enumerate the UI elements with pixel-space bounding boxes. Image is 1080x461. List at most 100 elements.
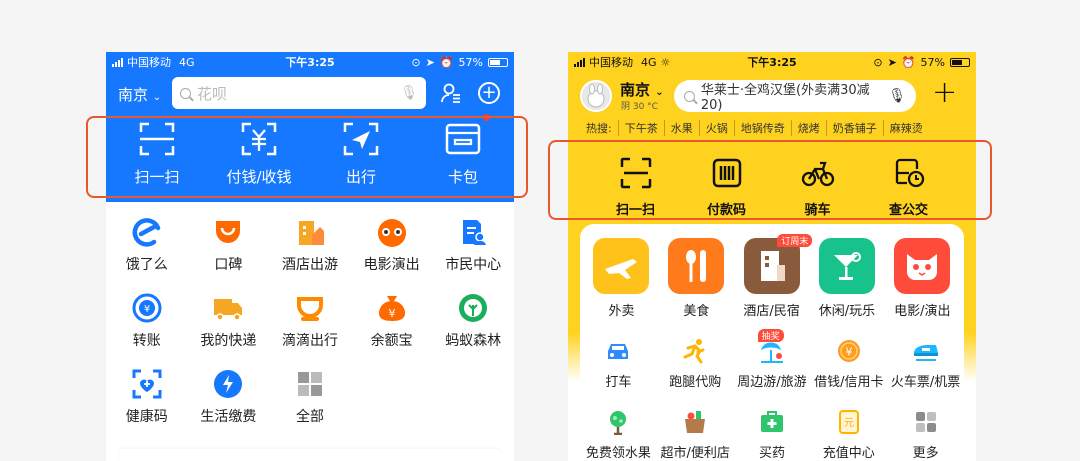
service-more[interactable]: 更多 xyxy=(887,408,964,461)
city-selector[interactable]: 南京 ⌄ xyxy=(118,84,161,105)
service-label: 周边游/旅游 xyxy=(737,375,807,390)
signal-icon xyxy=(574,57,585,67)
contacts-icon[interactable] xyxy=(440,82,462,104)
service-label: 外卖 xyxy=(608,304,635,319)
search-input[interactable]: 华莱士·全鸡汉堡(外卖满30减20) 🎙 xyxy=(674,80,916,113)
svg-text:¥: ¥ xyxy=(845,346,852,359)
search-input[interactable]: 花呗 🎙 xyxy=(172,77,426,109)
network: 4G xyxy=(179,55,195,69)
carrier: 中国移动 xyxy=(127,56,171,69)
food-icon xyxy=(686,250,707,282)
service-utility-bill[interactable]: 生活缴费 xyxy=(188,368,270,426)
add-button[interactable]: + xyxy=(478,82,500,104)
service-errand[interactable]: 跑腿代购 xyxy=(657,337,734,390)
transfer-icon: ¥ xyxy=(132,293,162,323)
eleme-icon xyxy=(132,218,161,247)
service-didi[interactable]: 滴滴出行 xyxy=(269,292,351,350)
battery-icon xyxy=(950,57,970,67)
battery-percent: 57% xyxy=(458,55,483,69)
hot-search-item[interactable]: 水果 xyxy=(663,120,699,136)
service-label: 余额宝 xyxy=(370,333,413,349)
signal-icon xyxy=(112,57,123,67)
express-icon xyxy=(214,299,243,321)
hot-search-item[interactable]: 烧烤 xyxy=(790,120,826,136)
carrier: 中国移动 xyxy=(589,56,633,69)
service-yuebao[interactable]: ¥ 余额宝 xyxy=(351,292,433,350)
service-label: 买药 xyxy=(758,446,785,461)
highlight-box-right xyxy=(548,140,992,220)
service-label: 我的快递 xyxy=(200,333,257,349)
service-label: 酒店出游 xyxy=(281,257,338,273)
service-health-code[interactable]: 健康码 xyxy=(106,368,188,426)
movie-icon xyxy=(377,219,406,247)
secondary-services: 打车 跑腿代购 抽奖 周边游/旅游 ¥ 借钱/信用卡 火车票/机票 免费领水果 … xyxy=(580,319,964,461)
service-label: 饿了么 xyxy=(125,257,168,273)
location-icon: ➤ xyxy=(425,55,435,69)
city-name: 南京 xyxy=(118,86,149,104)
network: 4G xyxy=(641,55,657,69)
avatar[interactable] xyxy=(580,80,612,112)
koubei-icon xyxy=(216,221,241,243)
add-button[interactable]: + xyxy=(932,78,957,108)
citizen-center-icon xyxy=(463,220,487,245)
fruit-icon xyxy=(610,411,627,435)
microphone-icon[interactable]: 🎙 xyxy=(888,88,906,104)
promo-tag: 抽奖 xyxy=(757,329,784,342)
service-label: 美食 xyxy=(683,304,710,319)
city-selector[interactable]: 南京 ⌄ xyxy=(620,79,664,100)
alipay-screen: 中国移动 4G 下午3:25 ⊙ ➤ ⏰ 57% 南京 ⌄ 花呗 🎙 + 扫一扫… xyxy=(106,52,514,461)
service-supermarket[interactable]: 超市/便利店 xyxy=(657,408,734,461)
service-food[interactable]: 美食 xyxy=(668,238,725,319)
search-suggestion: 华莱士·全鸡汉堡(外卖满30减20) xyxy=(700,83,870,113)
service-express[interactable]: 我的快递 xyxy=(188,292,270,350)
service-label: 生活缴费 xyxy=(200,409,257,425)
service-eleme[interactable]: 饿了么 xyxy=(106,216,188,274)
next-card xyxy=(120,449,500,461)
hotel-icon xyxy=(760,251,785,281)
service-ant-forest[interactable]: 蚂蚁森林 xyxy=(432,292,514,350)
hot-search-item[interactable]: 奶香铺子 xyxy=(825,120,883,136)
service-train[interactable]: 火车票/机票 xyxy=(887,337,964,390)
service-label: 蚂蚁森林 xyxy=(445,333,502,349)
service-movie[interactable]: 电影/演出 xyxy=(894,238,950,319)
hotel-travel-icon xyxy=(298,221,324,245)
meituan-screen: 中国移动 4G ☼ 下午3:25 ⊙ ➤ ⏰ 57% 南京 ⌄ 阴 30 °C … xyxy=(568,52,976,461)
leisure-icon xyxy=(833,252,861,280)
more-icon xyxy=(915,412,936,432)
svg-text:¥: ¥ xyxy=(388,307,395,320)
service-all[interactable]: 全部 xyxy=(269,368,351,426)
yuebao-icon: ¥ xyxy=(378,296,405,321)
activity-icon: ☼ xyxy=(660,55,671,69)
status-bar: 中国移动 4G 下午3:25 ⊙ ➤ ⏰ 57% xyxy=(106,52,514,72)
takeout-icon xyxy=(605,259,638,279)
service-nearby-travel[interactable]: 抽奖 周边游/旅游 xyxy=(734,329,811,390)
service-hotel-travel[interactable]: 酒店出游 xyxy=(269,216,351,274)
service-taxi[interactable]: 打车 xyxy=(580,337,657,390)
microphone-icon[interactable]: 🎙 xyxy=(400,85,418,101)
service-koubei[interactable]: 口碑 xyxy=(188,216,270,274)
search-icon xyxy=(684,90,695,102)
service-transfer[interactable]: ¥ 转账 xyxy=(106,292,188,350)
service-leisure[interactable]: 休闲/玩乐 xyxy=(819,238,875,319)
service-loan[interactable]: ¥ 借钱/信用卡 xyxy=(810,337,887,390)
service-takeout[interactable]: 外卖 xyxy=(593,238,650,319)
service-recharge[interactable]: 元 充值中心 xyxy=(810,408,887,461)
hot-search-item[interactable]: 下午茶 xyxy=(617,120,664,136)
service-citizen-center[interactable]: 市民中心 xyxy=(432,216,514,274)
service-medicine[interactable]: 买药 xyxy=(734,408,811,461)
service-movie[interactable]: 电影演出 xyxy=(351,216,433,274)
service-grid: 饿了么 口碑 酒店出游 电影演出 市民中心 ¥ 转账 我的快递 滴滴出行 ¥ 余… xyxy=(106,202,514,426)
chevron-down-icon: ⌄ xyxy=(655,87,664,98)
service-hotel[interactable]: 订周末 酒店/民宿 xyxy=(743,234,813,319)
service-label: 健康码 xyxy=(125,409,168,425)
ant-forest-icon xyxy=(459,294,488,322)
search-placeholder: 花呗 xyxy=(197,84,228,103)
hot-search-item[interactable]: 麻辣烫 xyxy=(882,120,929,136)
service-label: 火车票/机票 xyxy=(890,375,961,390)
hot-search-item[interactable]: 地锅传奇 xyxy=(733,120,791,136)
service-label: 滴滴出行 xyxy=(281,333,338,349)
service-fruit[interactable]: 免费领水果 xyxy=(580,408,657,461)
utility-bill-icon xyxy=(214,370,243,398)
hot-search-item[interactable]: 火锅 xyxy=(698,120,734,136)
alarm-icon: ⏰ xyxy=(901,55,916,69)
